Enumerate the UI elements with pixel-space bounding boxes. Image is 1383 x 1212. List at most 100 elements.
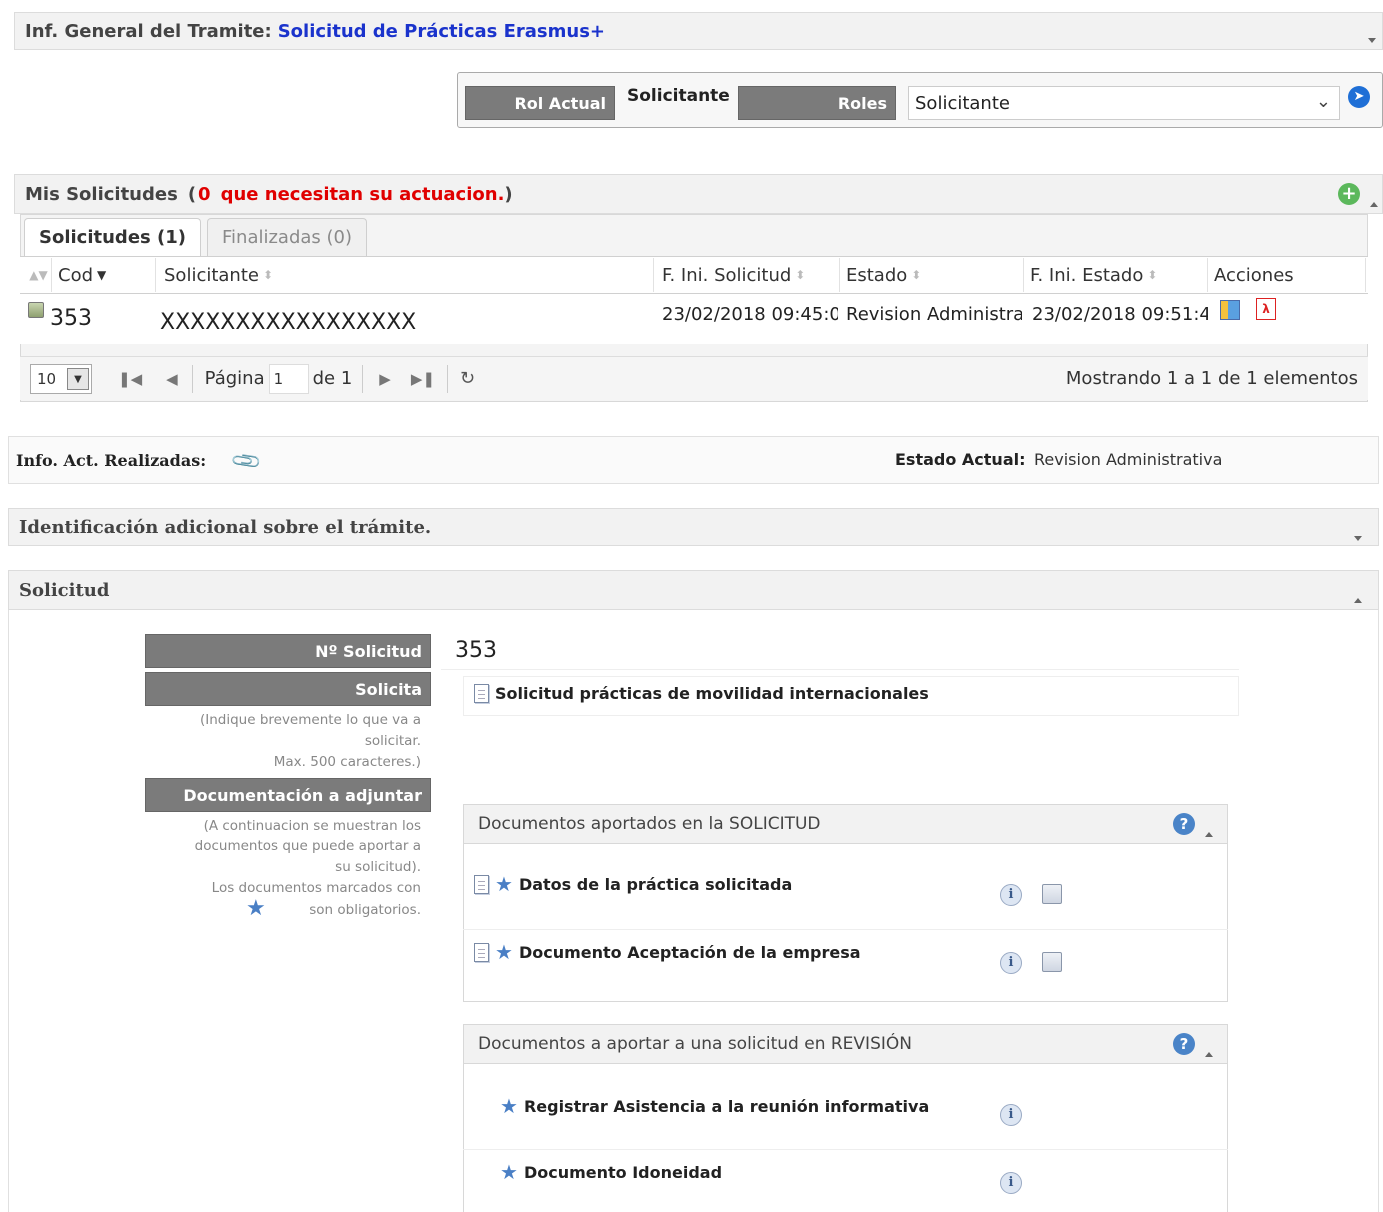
roles-select[interactable]: Solicitante ⌄	[908, 86, 1340, 120]
column-acciones: Acciones	[1208, 258, 1366, 292]
list-item	[463, 1082, 1228, 1150]
prev-page-icon[interactable]: ◀	[166, 370, 178, 388]
pagina-label: Página	[204, 368, 265, 389]
mis-solicitudes-header[interactable]: Mis Solicitudes ( 0 que necesitan su act…	[14, 174, 1383, 214]
view-form-icon[interactable]	[1220, 300, 1240, 320]
last-page-icon[interactable]: ▶❚	[411, 370, 435, 388]
required-star-icon: ★	[500, 1160, 518, 1184]
collapse-icon[interactable]	[1368, 27, 1376, 48]
column-estado-label: Estado	[846, 264, 908, 286]
column-solicitante[interactable]: Solicitante ⬍	[158, 258, 654, 292]
info-icon[interactable]: i	[1000, 884, 1022, 906]
solicitud-header[interactable]: Solicitud	[8, 570, 1379, 610]
go-icon[interactable]: ➤	[1348, 86, 1370, 108]
cell-f-ini-estado: 23/02/2018 09:51:4	[1032, 303, 1208, 325]
doc-item-label: Documento Idoneidad	[523, 1162, 723, 1182]
next-page-icon[interactable]: ▶	[379, 370, 391, 388]
doc-item-reunion: ★ Registrar Asistencia a la reunión info…	[500, 1096, 929, 1116]
estado-actual-value: Revision Administrativa	[1034, 450, 1223, 469]
documentacion-label: Documentación a adjuntar	[145, 778, 431, 812]
refresh-icon[interactable]: ↻	[460, 368, 475, 389]
pending-text: que necesitan su actuacion.	[220, 183, 505, 205]
tabs: Solicitudes (1) Finalizadas (0)	[24, 218, 373, 256]
info-icon[interactable]: i	[1000, 1104, 1022, 1126]
solicita-value-row: Solicitud prácticas de movilidad interna…	[474, 684, 929, 703]
column-cod[interactable]: Cod ▼	[52, 258, 156, 292]
sort-column-header[interactable]: ▲▼	[22, 258, 52, 292]
collapse-icon[interactable]	[1354, 587, 1362, 608]
tab-solicitudes[interactable]: Solicitudes (1)	[24, 218, 201, 256]
help-icon[interactable]: ?	[1173, 1033, 1195, 1055]
page-size-select[interactable]: 10 ▼	[30, 363, 92, 394]
document-icon	[474, 684, 489, 703]
expand-icon[interactable]	[1354, 525, 1362, 546]
de-label: de 1	[312, 368, 353, 389]
paren-close: )	[504, 183, 513, 205]
column-cod-label: Cod	[58, 264, 94, 286]
pager: 10 ▼ ❚◀ ◀ Página 1 de 1 ▶ ▶❚ ↻ Mostrando…	[20, 356, 1368, 400]
solicita-label: Solicita	[145, 672, 431, 706]
solicita-note-3: Max. 500 caracteres.)	[273, 754, 421, 770]
document-icon	[474, 942, 489, 962]
add-icon[interactable]: +	[1338, 183, 1360, 205]
identificacion-header[interactable]: Identificación adicional sobre el trámit…	[8, 508, 1379, 546]
tramite-header[interactable]: Inf. General del Tramite: Solicitud de P…	[14, 12, 1383, 50]
column-estado[interactable]: Estado ⬍	[840, 258, 1024, 292]
estado-actual-label: Estado Actual:	[895, 450, 1026, 469]
docs-revision-header[interactable]: Documentos a aportar a una solicitud en …	[463, 1024, 1228, 1064]
column-f-ini-solicitud[interactable]: F. Ini. Solicitud ⬍	[656, 258, 840, 292]
doc-item-idoneidad: ★ Documento Idoneidad	[500, 1162, 722, 1182]
dropdown-arrow-icon: ▼	[67, 367, 89, 390]
separator	[446, 364, 448, 393]
num-solicitud-row	[441, 632, 1239, 670]
tramite-label: Inf. General del Tramite:	[25, 20, 272, 42]
row-status-icon	[28, 302, 44, 318]
required-star-icon: ★	[495, 940, 513, 964]
separator	[191, 364, 193, 393]
tab-finalizadas[interactable]: Finalizadas (0)	[206, 218, 368, 256]
info-icon[interactable]: i	[1000, 1172, 1022, 1194]
sort-icon: ⬍	[1147, 268, 1158, 282]
doc-item-label: Registrar Asistencia a la reunión inform…	[523, 1096, 930, 1116]
doc-item-datos: ★ Datos de la práctica solicitada	[474, 874, 792, 894]
collapse-icon[interactable]	[1205, 822, 1213, 842]
solicitud-title: Solicitud	[19, 579, 110, 601]
collapse-icon[interactable]	[1205, 1042, 1213, 1062]
document-icon	[474, 874, 489, 894]
cell-f-ini-solicitud: 23/02/2018 09:45:0	[662, 303, 838, 325]
num-solicitud-value: 353	[455, 638, 497, 663]
column-f-ini-estado[interactable]: F. Ini. Estado ⬍	[1024, 258, 1208, 292]
pending-count: 0	[198, 183, 211, 205]
first-page-icon[interactable]: ❚◀	[118, 370, 142, 388]
docs-aportados-header[interactable]: Documentos aportados en la SOLICITUD ?	[463, 804, 1228, 844]
doc-note-5: son obligatorios.	[309, 902, 421, 918]
cell-solicitante: XXXXXXXXXXXXXXXXX	[160, 309, 417, 335]
info-act-label: Info. Act. Realizadas:	[16, 451, 207, 470]
solicita-note-2: solicitar.	[364, 733, 421, 749]
separator	[362, 364, 364, 393]
doc-item-aceptacion: ★ Documento Aceptación de la empresa	[474, 942, 861, 962]
view-document-icon[interactable]	[1042, 884, 1062, 904]
info-icon[interactable]: i	[1000, 952, 1022, 974]
column-f-ini-estado-label: F. Ini. Estado	[1030, 264, 1144, 286]
column-acciones-label: Acciones	[1214, 264, 1294, 286]
sort-icon: ⬍	[262, 268, 274, 282]
collapse-icon[interactable]	[1370, 191, 1378, 212]
help-icon[interactable]: ?	[1173, 813, 1195, 835]
required-star-icon: ★	[246, 896, 266, 921]
page-input[interactable]: 1	[268, 363, 309, 394]
tramite-name: Solicitud de Prácticas Erasmus+	[277, 20, 606, 42]
sort-icon: ⬍	[795, 268, 806, 282]
doc-note-4: Los documentos marcados con	[211, 880, 421, 896]
required-star-icon: ★	[500, 1094, 518, 1118]
num-solicitud-label: Nº Solicitud	[145, 634, 431, 668]
pdf-icon[interactable]: λ	[1256, 298, 1276, 320]
sort-icon: ⬍	[911, 268, 922, 282]
paren-open: (	[187, 183, 197, 205]
cell-estado: Revision Administrativa	[846, 303, 1022, 325]
rol-actual-label: Rol Actual	[465, 86, 615, 120]
doc-item-label: Datos de la práctica solicitada	[518, 874, 793, 894]
solicita-note-1: (Indique brevemente lo que va a	[199, 712, 421, 728]
view-document-icon[interactable]	[1042, 952, 1062, 972]
cell-cod: 353	[50, 305, 92, 331]
